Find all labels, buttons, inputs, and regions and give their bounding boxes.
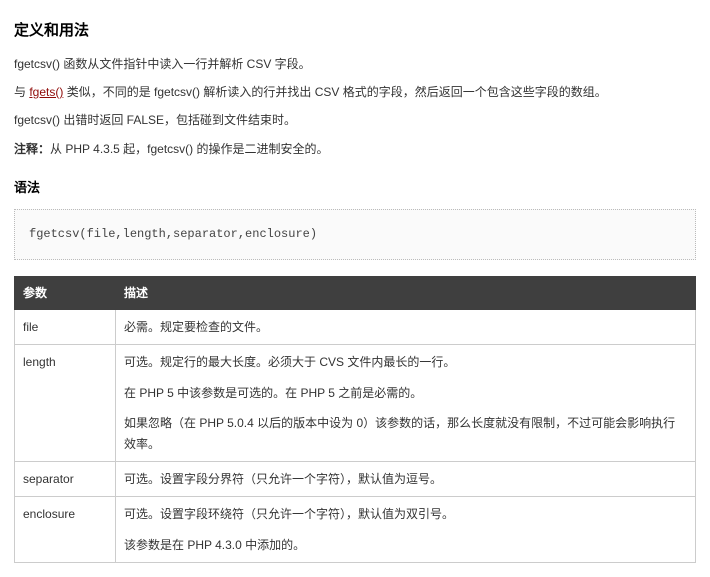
note-paragraph: 注释：从 PHP 4.3.5 起，fgetcsv() 的操作是二进制安全的。 [14, 139, 696, 159]
th-desc: 描述 [116, 276, 696, 309]
param-desc: 可选。设置字段分界符（只允许一个字符），默认值为逗号。 [116, 461, 696, 496]
params-table: 参数 描述 file必需。规定要检查的文件。length可选。规定行的最大长度。… [14, 276, 696, 564]
intro-paragraph-2: 与 fgets() 类似，不同的是 fgetcsv() 解析读入的行并找出 CS… [14, 82, 696, 102]
param-desc-line: 在 PHP 5 中该参数是可选的。在 PHP 5 之前是必需的。 [124, 383, 687, 403]
table-row: enclosure可选。设置字段环绕符（只允许一个字符），默认值为双引号。该参数… [15, 497, 696, 563]
param-name: enclosure [15, 497, 116, 563]
param-desc: 可选。规定行的最大长度。必须大于 CVS 文件内最长的一行。在 PHP 5 中该… [116, 345, 696, 462]
table-row: separator 可选。设置字段分界符（只允许一个字符），默认值为逗号。 [15, 461, 696, 496]
intro2-b: 类似，不同的是 fgetcsv() 解析读入的行并找出 CSV 格式的字段，然后… [63, 85, 606, 99]
param-desc: 必需。规定要检查的文件。 [116, 309, 696, 344]
param-desc-line: 该参数是在 PHP 4.3.0 中添加的。 [124, 535, 687, 555]
syntax-code: fgetcsv(file,length,separator,enclosure) [14, 209, 696, 259]
intro-paragraph-3: fgetcsv() 出错时返回 FALSE，包括碰到文件结束时。 [14, 110, 696, 130]
param-desc-line: 可选。设置字段环绕符（只允许一个字符），默认值为双引号。 [124, 504, 687, 524]
param-name: separator [15, 461, 116, 496]
param-desc-line: 可选。规定行的最大长度。必须大于 CVS 文件内最长的一行。 [124, 352, 687, 372]
section-heading: 定义和用法 [14, 18, 696, 44]
intro-paragraph-1: fgetcsv() 函数从文件指针中读入一行并解析 CSV 字段。 [14, 54, 696, 74]
fgets-link[interactable]: fgets() [29, 85, 63, 99]
note-body: 从 PHP 4.3.5 起，fgetcsv() 的操作是二进制安全的。 [50, 142, 329, 156]
param-desc-line: 如果忽略（在 PHP 5.0.4 以后的版本中设为 0）该参数的话，那么长度就没… [124, 413, 687, 454]
param-name: file [15, 309, 116, 344]
note-label: 注释： [14, 142, 50, 156]
intro2-a: 与 [14, 85, 29, 99]
syntax-heading: 语法 [14, 177, 696, 199]
param-desc-line: 可选。设置字段分界符（只允许一个字符），默认值为逗号。 [124, 469, 687, 489]
param-name: length [15, 345, 116, 462]
table-row: file 必需。规定要检查的文件。 [15, 309, 696, 344]
param-desc-line: 必需。规定要检查的文件。 [124, 317, 687, 337]
th-param: 参数 [15, 276, 116, 309]
param-desc: 可选。设置字段环绕符（只允许一个字符），默认值为双引号。该参数是在 PHP 4.… [116, 497, 696, 563]
table-row: length可选。规定行的最大长度。必须大于 CVS 文件内最长的一行。在 PH… [15, 345, 696, 462]
